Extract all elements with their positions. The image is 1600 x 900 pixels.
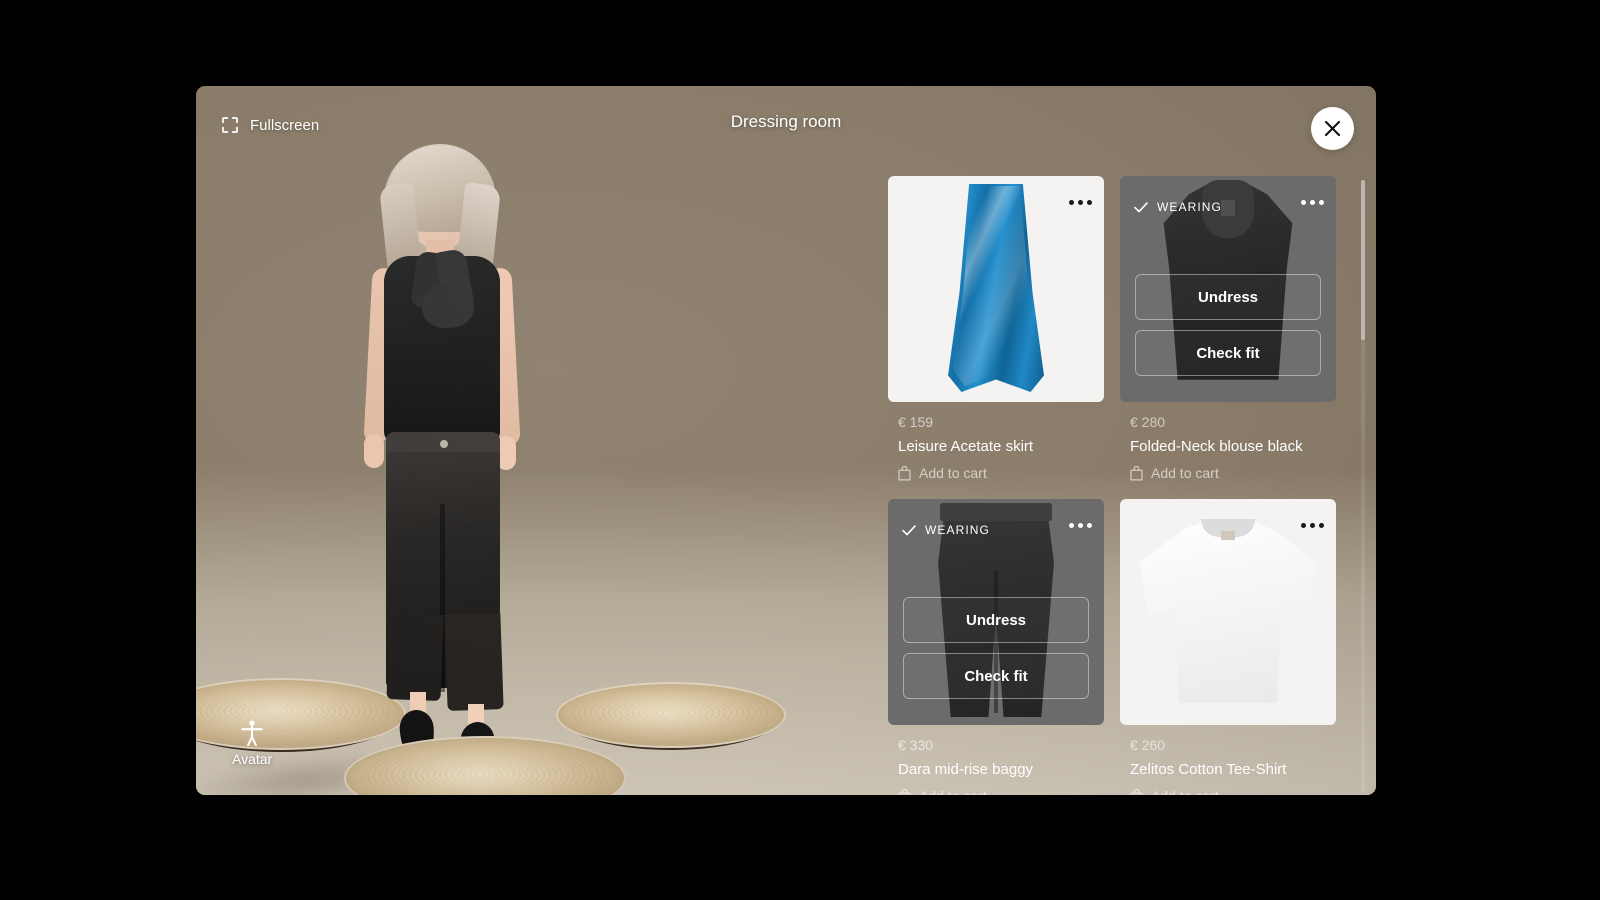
screen-root: Fullscreen Dressing room Avatar € 159 Le… bbox=[0, 0, 1600, 900]
avatar-label: Avatar bbox=[232, 751, 273, 767]
product-card[interactable]: WEARING Undress Check fit € 330 Dara mid… bbox=[888, 499, 1104, 795]
undress-button[interactable]: Undress bbox=[903, 597, 1089, 643]
more-horizontal-icon[interactable] bbox=[1069, 200, 1092, 205]
more-horizontal-icon[interactable] bbox=[1301, 523, 1324, 528]
page-title: Dressing room bbox=[730, 112, 842, 131]
add-to-cart-button[interactable]: Add to cart bbox=[898, 788, 1102, 795]
worn-actions: Undress Check fit bbox=[903, 597, 1089, 699]
product-thumbnail[interactable] bbox=[888, 176, 1104, 402]
product-image-tee-white bbox=[1120, 499, 1336, 725]
product-thumbnail[interactable]: WEARING Undress Check fit bbox=[888, 499, 1104, 725]
check-icon bbox=[1134, 201, 1148, 212]
person-avatar-icon bbox=[241, 720, 263, 746]
shopping-bag-icon bbox=[898, 788, 911, 795]
product-thumbnail[interactable] bbox=[1120, 499, 1336, 725]
product-thumbnail[interactable]: WEARING Undress Check fit bbox=[1120, 176, 1336, 402]
wardrobe-scrollbar[interactable] bbox=[1361, 180, 1365, 792]
product-card[interactable]: € 159 Leisure Acetate skirt Add to cart bbox=[888, 176, 1104, 481]
fullscreen-label: Fullscreen bbox=[250, 116, 320, 134]
product-name: Dara mid-rise baggy bbox=[898, 761, 1034, 778]
fullscreen-button[interactable]: Fullscreen bbox=[222, 117, 319, 134]
wearing-label: WEARING bbox=[1157, 200, 1222, 214]
check-fit-button[interactable]: Check fit bbox=[903, 653, 1089, 699]
wearing-badge: WEARING bbox=[902, 523, 990, 537]
product-price: € 159 bbox=[898, 414, 934, 430]
add-to-cart-label: Add to cart bbox=[919, 465, 987, 481]
dressing-room-modal: Fullscreen Dressing room Avatar € 159 Le… bbox=[196, 86, 1376, 795]
wardrobe-panel: € 159 Leisure Acetate skirt Add to cart bbox=[846, 164, 1376, 795]
add-to-cart-label: Add to cart bbox=[1151, 788, 1219, 795]
product-name: Folded-Neck blouse black bbox=[1130, 438, 1303, 455]
more-horizontal-icon[interactable] bbox=[1069, 523, 1092, 528]
product-price: € 260 bbox=[1130, 737, 1166, 753]
scrollbar-thumb[interactable] bbox=[1361, 180, 1365, 340]
product-meta: € 159 Leisure Acetate skirt Add to cart bbox=[888, 402, 1104, 481]
add-to-cart-button[interactable]: Add to cart bbox=[1130, 788, 1334, 795]
add-to-cart-button[interactable]: Add to cart bbox=[1130, 465, 1334, 481]
product-price: € 330 bbox=[898, 737, 934, 753]
close-button[interactable] bbox=[1311, 107, 1354, 150]
product-meta: € 280 Folded-Neck blouse black Add to ca… bbox=[1120, 402, 1336, 481]
expand-fullscreen-icon bbox=[222, 117, 238, 133]
shopping-bag-icon bbox=[1130, 788, 1143, 795]
modal-header: Fullscreen Dressing room bbox=[196, 86, 1376, 164]
product-name: Zelitos Cotton Tee-Shirt bbox=[1130, 761, 1287, 778]
product-meta: € 260 Zelitos Cotton Tee-Shirt Add to ca… bbox=[1120, 725, 1336, 795]
more-horizontal-icon[interactable] bbox=[1301, 200, 1324, 205]
check-fit-button[interactable]: Check fit bbox=[1135, 330, 1321, 376]
add-to-cart-label: Add to cart bbox=[919, 788, 987, 795]
worn-actions: Undress Check fit bbox=[1135, 274, 1321, 376]
avatar-button[interactable]: Avatar bbox=[232, 720, 272, 767]
product-price: € 280 bbox=[1130, 414, 1166, 430]
add-to-cart-button[interactable]: Add to cart bbox=[898, 465, 1102, 481]
wearing-label: WEARING bbox=[925, 523, 990, 537]
product-meta: € 330 Dara mid-rise baggy Add to cart bbox=[888, 725, 1104, 795]
product-grid: € 159 Leisure Acetate skirt Add to cart bbox=[888, 176, 1360, 795]
product-card[interactable]: WEARING Undress Check fit € 280 Folded-N… bbox=[1120, 176, 1336, 481]
check-icon bbox=[902, 524, 916, 535]
product-card[interactable]: € 260 Zelitos Cotton Tee-Shirt Add to ca… bbox=[1120, 499, 1336, 795]
close-x-icon bbox=[1324, 120, 1341, 137]
add-to-cart-label: Add to cart bbox=[1151, 465, 1219, 481]
shopping-bag-icon bbox=[898, 465, 911, 480]
product-name: Leisure Acetate skirt bbox=[898, 438, 1034, 455]
undress-button[interactable]: Undress bbox=[1135, 274, 1321, 320]
wearing-badge: WEARING bbox=[1134, 200, 1222, 214]
product-image-skirt-blue bbox=[888, 176, 1104, 402]
shopping-bag-icon bbox=[1130, 465, 1143, 480]
